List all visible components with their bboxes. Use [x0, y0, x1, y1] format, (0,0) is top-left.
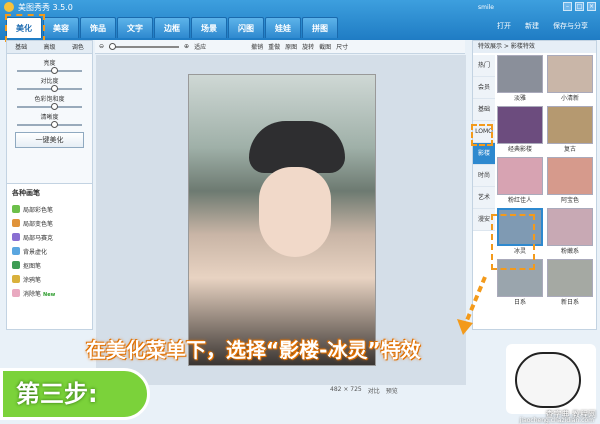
brush-eraser[interactable]: 消除笔 New [7, 286, 92, 300]
edit-toolbar: ⊖ ⊕ 适应 撤销 重做 原图 旋转 截图 尺寸 [95, 40, 465, 54]
save-share-button[interactable]: 保存与分享 [549, 19, 592, 33]
pointer-arrow-icon [457, 276, 487, 335]
one-key-beautify-button[interactable]: 一键美化 [15, 132, 84, 148]
brush-title: 各种画笔 [12, 189, 40, 197]
saturation-slider[interactable] [17, 103, 82, 110]
fit-button[interactable]: 适应 [194, 42, 206, 51]
brush-cutout[interactable]: 抠图笔 [7, 258, 92, 272]
minimize-icon[interactable]: – [563, 2, 572, 11]
new-button[interactable]: 新建 [521, 19, 543, 33]
brightness-slider[interactable] [17, 67, 82, 74]
tab-face[interactable]: 美容 [43, 17, 79, 38]
hat-shape [249, 121, 345, 173]
brush-panel: 各种画笔 局部彩色笔 局部变色笔 局部马赛克 背景虚化 抠图笔 涂鸦笔 消除笔 N… [6, 183, 93, 330]
undo-button[interactable]: 撤销 [251, 42, 263, 51]
zoom-slider[interactable] [109, 42, 180, 50]
effect-thumb[interactable]: 小清新 [547, 55, 593, 103]
contrast-slider[interactable] [17, 85, 82, 92]
mosaic-icon [12, 233, 20, 241]
tab-text[interactable]: 文字 [117, 17, 153, 38]
open-button[interactable]: 打开 [493, 19, 515, 33]
side-tab-advanced[interactable]: 高级 [35, 41, 64, 54]
pencil-icon [12, 275, 20, 283]
preview-button[interactable]: 预览 [386, 386, 398, 395]
image-dimensions: 482 × 725 [330, 386, 362, 393]
user-name[interactable]: smile [478, 4, 494, 11]
brush-icon [12, 205, 20, 213]
instruction-callout: 在美化菜单下，选择“影楼-冰灵”特效 [86, 338, 421, 362]
brush-mosaic[interactable]: 局部马赛克 [7, 230, 92, 244]
cat-fashion[interactable]: 时尚 [473, 165, 495, 187]
brush-icon [12, 219, 20, 227]
adj-label-saturation: 色彩饱和度 [34, 96, 65, 103]
tab-decor[interactable]: 饰品 [80, 17, 116, 38]
tab-scene[interactable]: 场景 [191, 17, 227, 38]
effect-thumb[interactable]: 新日系 [547, 259, 593, 307]
cutout-icon [12, 261, 20, 269]
effect-thumb[interactable]: 经典影楼 [497, 106, 543, 154]
effect-thumb[interactable]: 粉嫩系 [547, 208, 593, 256]
maximize-icon[interactable]: □ [575, 2, 584, 11]
face-shape [259, 167, 331, 257]
crop-button[interactable]: 截图 [319, 42, 331, 51]
tab-flash[interactable]: 闪图 [228, 17, 264, 38]
effect-thumb[interactable]: 淡雅 [497, 55, 543, 103]
tab-border[interactable]: 边框 [154, 17, 190, 38]
rotate-button[interactable]: 旋转 [302, 42, 314, 51]
tab-doll[interactable]: 娃娃 [265, 17, 301, 38]
cartoon-face-icon [515, 352, 581, 408]
main-tabs: 美化 美容 饰品 文字 边框 场景 闪图 娃娃 拼图 [6, 17, 338, 38]
photo-preview[interactable] [188, 74, 376, 366]
brush-recolor-pen[interactable]: 局部变色笔 [7, 216, 92, 230]
adj-label-contrast: 对比度 [40, 78, 59, 85]
step-label: 第三步: [16, 380, 98, 408]
effect-highlight [491, 214, 535, 270]
active-tab-highlight [5, 14, 45, 42]
adj-label-sharpness: 清晰度 [40, 114, 59, 121]
cat-art[interactable]: 艺术 [473, 187, 495, 209]
side-tab-basic[interactable]: 基础 [7, 41, 36, 54]
compare-button[interactable]: 对比 [368, 386, 380, 395]
close-icon[interactable]: × [587, 2, 596, 11]
window-title: 美图秀秀 3.5.0 [18, 3, 73, 12]
eraser-icon [12, 289, 20, 297]
watermark-url: jiaocheng.chazidian.com [519, 417, 594, 424]
side-tab-color[interactable]: 调色 [63, 41, 92, 54]
brush-background-blur[interactable]: 背景虚化 [7, 244, 92, 258]
effects-breadcrumb: 特效展示 > 影楼特效 [473, 41, 596, 53]
cat-studio[interactable]: 影楼 [473, 143, 495, 165]
cat-basic[interactable]: 基础 [473, 99, 495, 121]
zoom-in-icon[interactable]: ⊕ [184, 43, 189, 50]
title-bar: 美图秀秀 3.5.0 smile – □ × 美化 美容 饰品 文字 边框 场景… [0, 0, 600, 40]
size-button[interactable]: 尺寸 [336, 42, 348, 51]
blur-icon [12, 247, 20, 255]
category-highlight [471, 124, 493, 146]
effect-thumb[interactable]: 复古 [547, 106, 593, 154]
status-bar: 482 × 725 对比 预览 [330, 386, 398, 395]
brush-color-pen[interactable]: 局部彩色笔 [7, 202, 92, 216]
brush-doodle[interactable]: 涂鸦笔 [7, 272, 92, 286]
tab-collage[interactable]: 拼图 [302, 17, 338, 38]
cat-hot[interactable]: 热门 [473, 55, 495, 77]
cat-member[interactable]: 会员 [473, 77, 495, 99]
effect-thumb[interactable]: 阿宝色 [547, 157, 593, 205]
app-logo-icon [4, 2, 14, 12]
redo-button[interactable]: 重做 [268, 42, 280, 51]
adj-label-brightness: 亮度 [43, 60, 56, 67]
zoom-out-icon[interactable]: ⊖ [99, 43, 104, 50]
effect-thumb[interactable]: 粉红佳人 [497, 157, 543, 205]
new-badge: New [43, 292, 56, 298]
original-button[interactable]: 原图 [285, 42, 297, 51]
sharpness-slider[interactable] [17, 121, 82, 128]
